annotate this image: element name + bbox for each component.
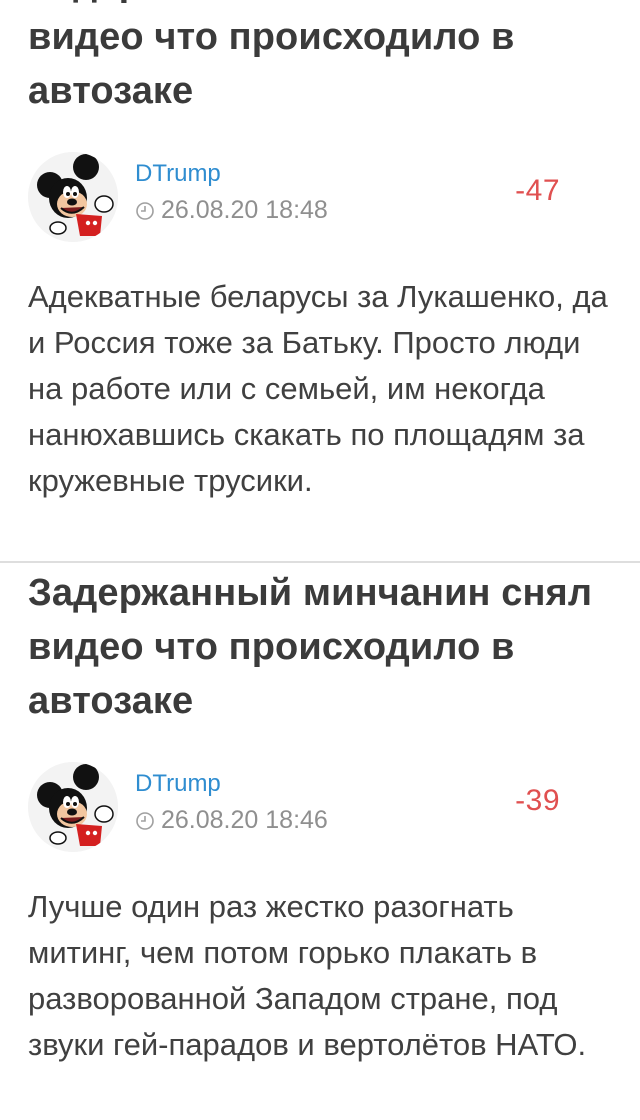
- clock-icon: [136, 201, 154, 220]
- date-text: 26.08.20 18:48: [161, 196, 328, 224]
- divider: [0, 561, 640, 563]
- avatar[interactable]: [28, 762, 118, 852]
- author-name[interactable]: DTrump: [135, 160, 221, 188]
- comment-rating: -39: [515, 784, 560, 817]
- comment-text: Адекватные беларусы за Лукашенко, да и Р…: [28, 279, 608, 498]
- author-name[interactable]: DTrump: [135, 770, 221, 798]
- comment-text: Лучше один раз жестко разогнать митинг, …: [28, 889, 587, 1062]
- article-title[interactable]: Задержанный минчанин снял видео что прои…: [28, 566, 612, 728]
- comment-meta: DTrump 26.08.20 18:46 -39: [28, 762, 612, 852]
- mickey-mouse-icon: [28, 152, 118, 242]
- article-title[interactable]: Задержанный минчанин снял видео что прои…: [28, 0, 612, 118]
- mickey-mouse-icon: [28, 762, 118, 852]
- comment-rating: -47: [515, 174, 560, 207]
- date-text: 26.08.20 18:46: [161, 806, 328, 834]
- comment-feed: Задержанный минчанин снял видео что прои…: [0, 0, 640, 1120]
- clock-icon: [136, 811, 154, 830]
- comment-timestamp: 26.08.20 18:48: [135, 196, 328, 225]
- comment-card: Задержанный минчанин снял видео что прои…: [0, 566, 640, 1068]
- avatar[interactable]: [28, 152, 118, 242]
- comment-card: Задержанный минчанин снял видео что прои…: [0, 0, 640, 504]
- comment-meta: DTrump 26.08.20 18:48 -47: [28, 152, 612, 242]
- comment-timestamp: 26.08.20 18:46: [135, 806, 328, 835]
